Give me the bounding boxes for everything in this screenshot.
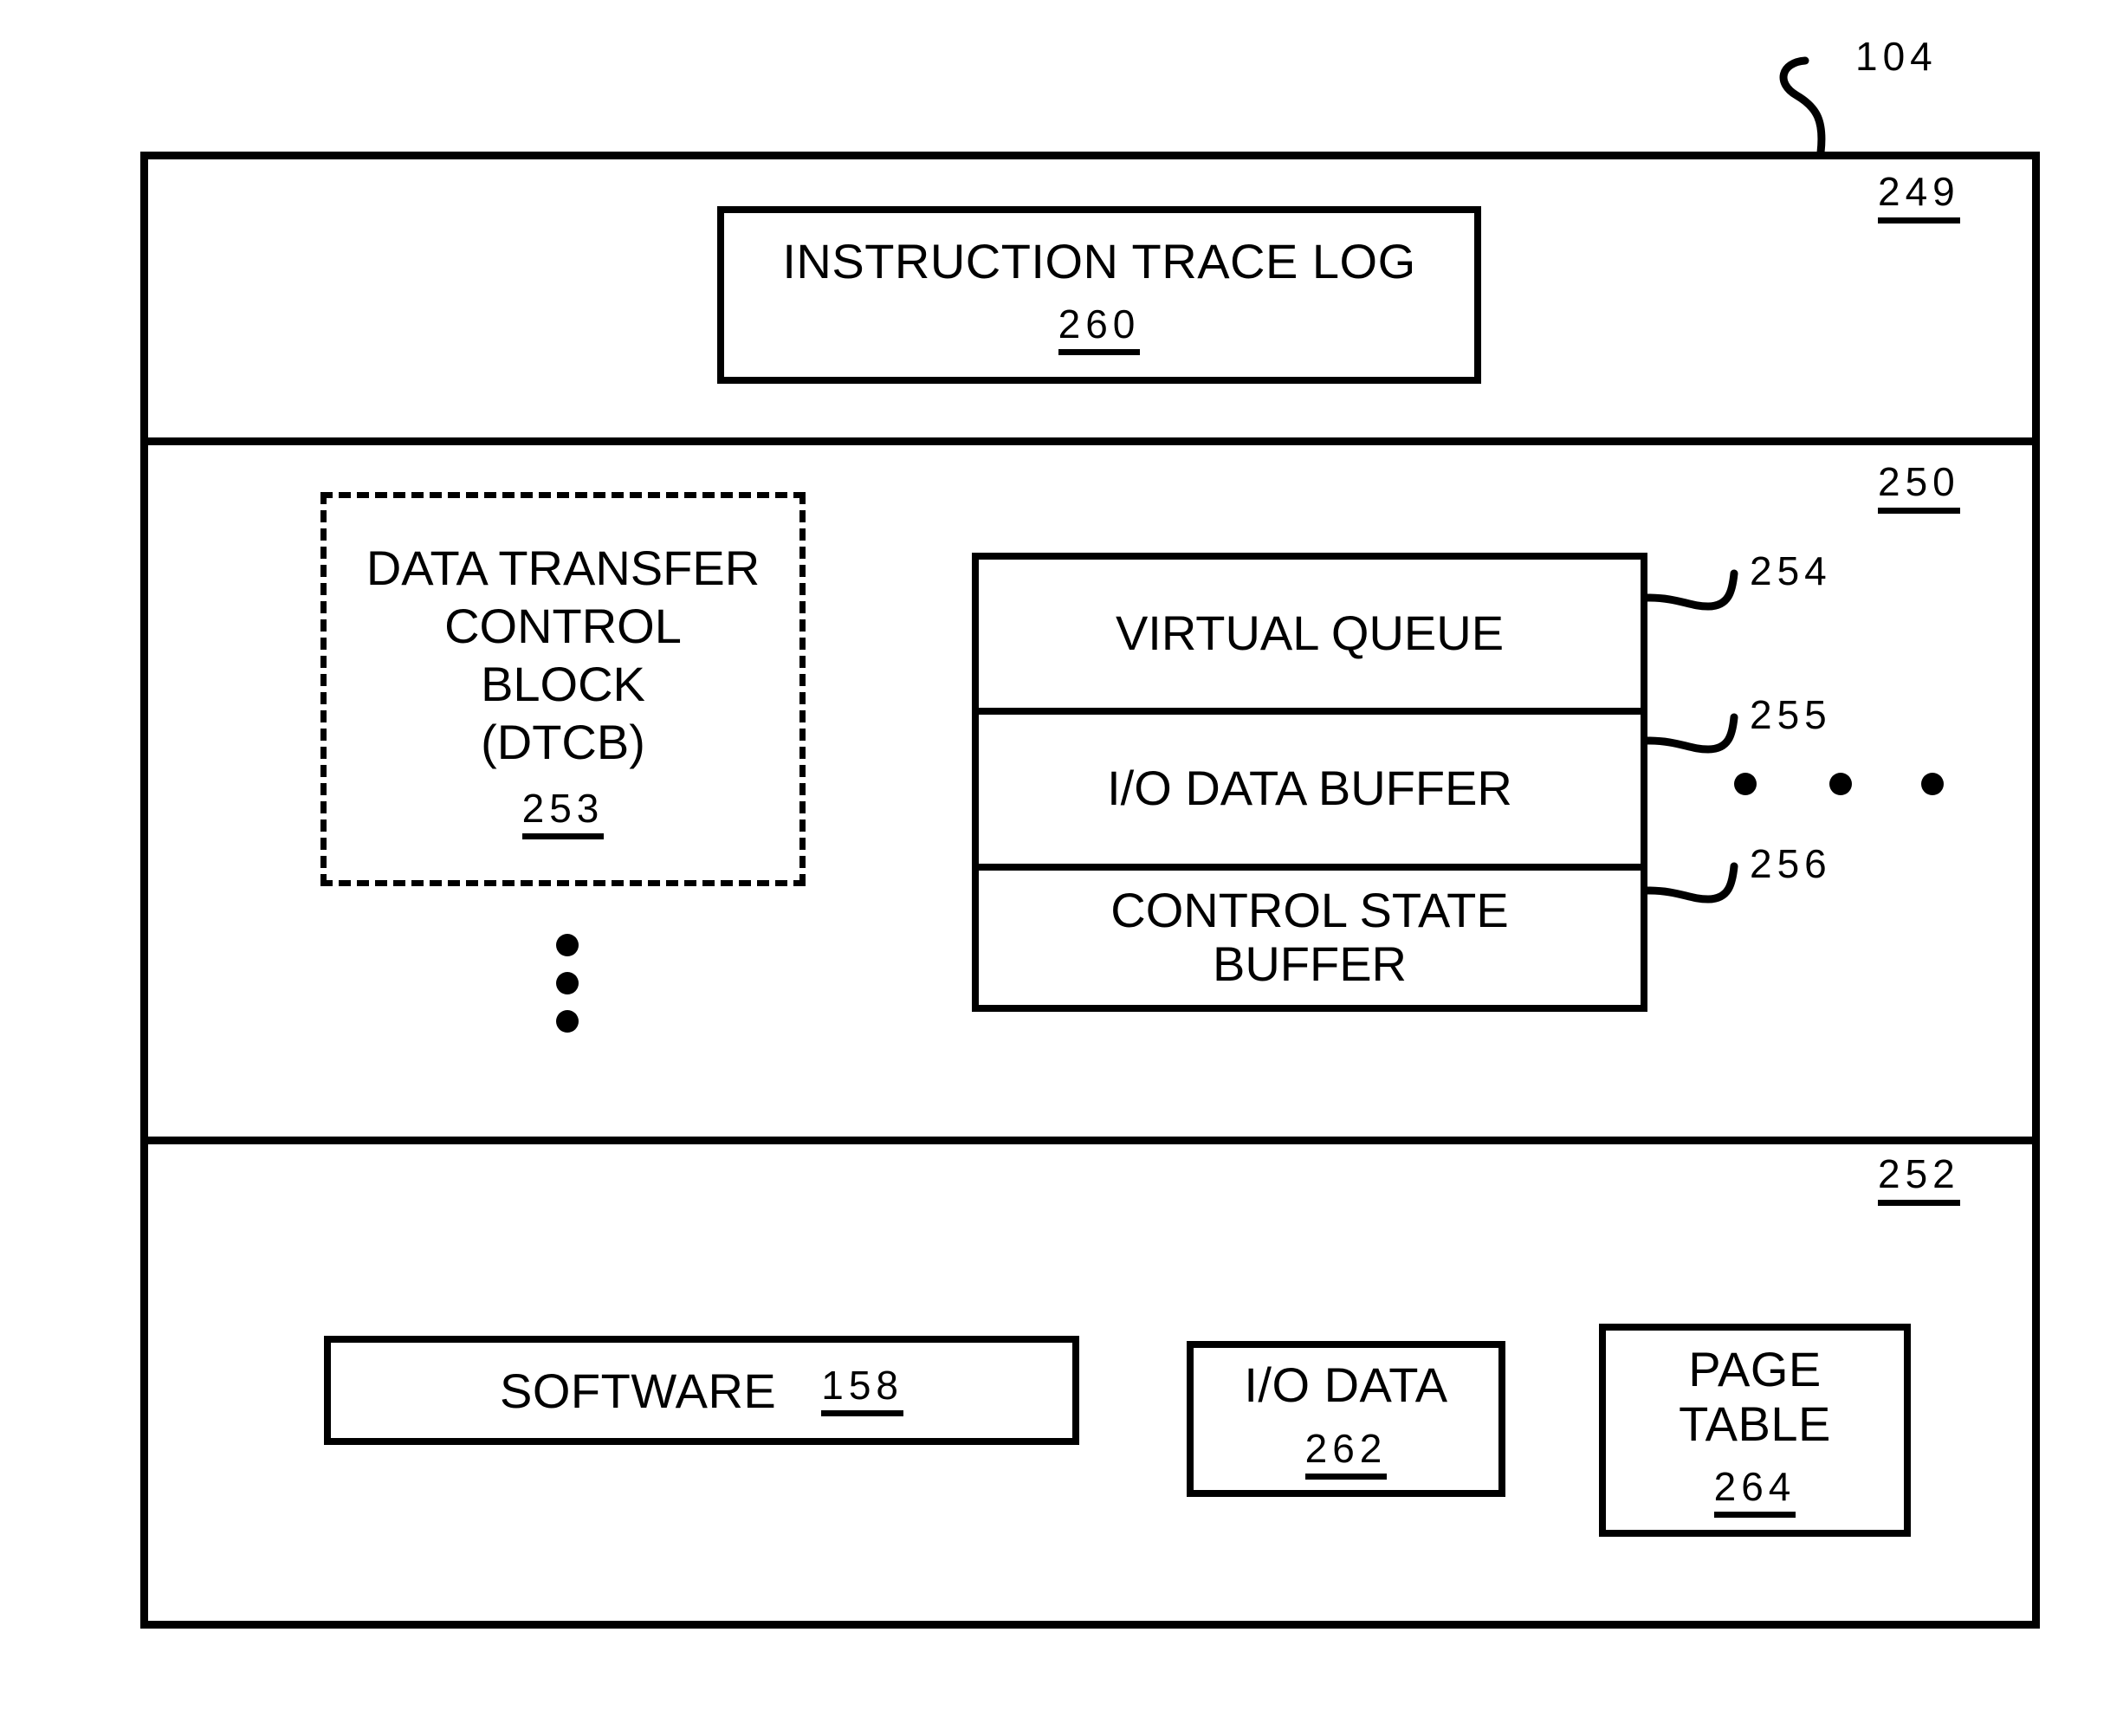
instruction-trace-log-title: INSTRUCTION TRACE LOG xyxy=(782,233,1416,288)
section-divider-upper xyxy=(148,437,2032,445)
reference-label-255: 255 xyxy=(1750,692,1832,737)
vertical-ellipsis-dot xyxy=(556,972,579,994)
vertical-ellipsis-dot xyxy=(556,1010,579,1033)
buffer-cell-control-state-buffer: CONTROL STATE BUFFER xyxy=(979,863,1641,1005)
dtcb-number: 253 xyxy=(521,788,605,840)
buffer-stack: VIRTUAL QUEUE I/O DATA BUFFER CONTROL ST… xyxy=(972,553,1647,1012)
page-table-title: PAGE TABLE xyxy=(1679,1341,1831,1451)
buffer-cell-label: CONTROL STATE BUFFER xyxy=(1110,882,1509,992)
data-transfer-control-block: DATA TRANSFER CONTROL BLOCK (DTCB) 253 xyxy=(320,492,806,886)
buffer-cell-io-data-buffer: I/O DATA BUFFER xyxy=(979,707,1641,864)
horizontal-ellipsis-dot xyxy=(1734,773,1757,795)
software-title: SOFTWARE xyxy=(500,1363,777,1418)
leader-line-104 xyxy=(1779,56,1826,157)
instruction-trace-log-block: INSTRUCTION TRACE LOG 260 xyxy=(717,206,1481,384)
software-number: 158 xyxy=(821,1365,903,1416)
reference-label-256: 256 xyxy=(1750,841,1832,886)
io-data-title: I/O DATA xyxy=(1244,1357,1448,1413)
section-divider-lower xyxy=(148,1137,2032,1144)
reference-label-250: 250 xyxy=(1878,462,1960,514)
reference-label-249: 249 xyxy=(1878,172,1960,223)
io-data-number: 262 xyxy=(1304,1428,1388,1480)
vertical-ellipsis-dot xyxy=(556,934,579,956)
reference-label-254: 254 xyxy=(1750,548,1832,593)
instruction-trace-log-number: 260 xyxy=(1058,304,1141,356)
patent-figure-canvas: 104 249 INSTRUCTION TRACE LOG 260 250 DA… xyxy=(0,0,2123,1736)
buffer-cell-label: VIRTUAL QUEUE xyxy=(1115,605,1505,660)
buffer-cell-virtual-queue: VIRTUAL QUEUE xyxy=(979,560,1641,708)
dtcb-title: DATA TRANSFER CONTROL BLOCK (DTCB) xyxy=(366,540,761,770)
reference-label-104: 104 xyxy=(1855,34,1938,79)
buffer-cell-label: I/O DATA BUFFER xyxy=(1107,761,1512,816)
reference-label-252: 252 xyxy=(1878,1154,1960,1206)
horizontal-ellipsis-dot xyxy=(1829,773,1852,795)
io-data-block: I/O DATA 262 xyxy=(1187,1341,1505,1497)
page-table-block: PAGE TABLE 264 xyxy=(1599,1324,1911,1537)
software-block: SOFTWARE 158 xyxy=(324,1336,1079,1445)
page-table-number: 264 xyxy=(1713,1467,1796,1519)
horizontal-ellipsis-dot xyxy=(1921,773,1944,795)
